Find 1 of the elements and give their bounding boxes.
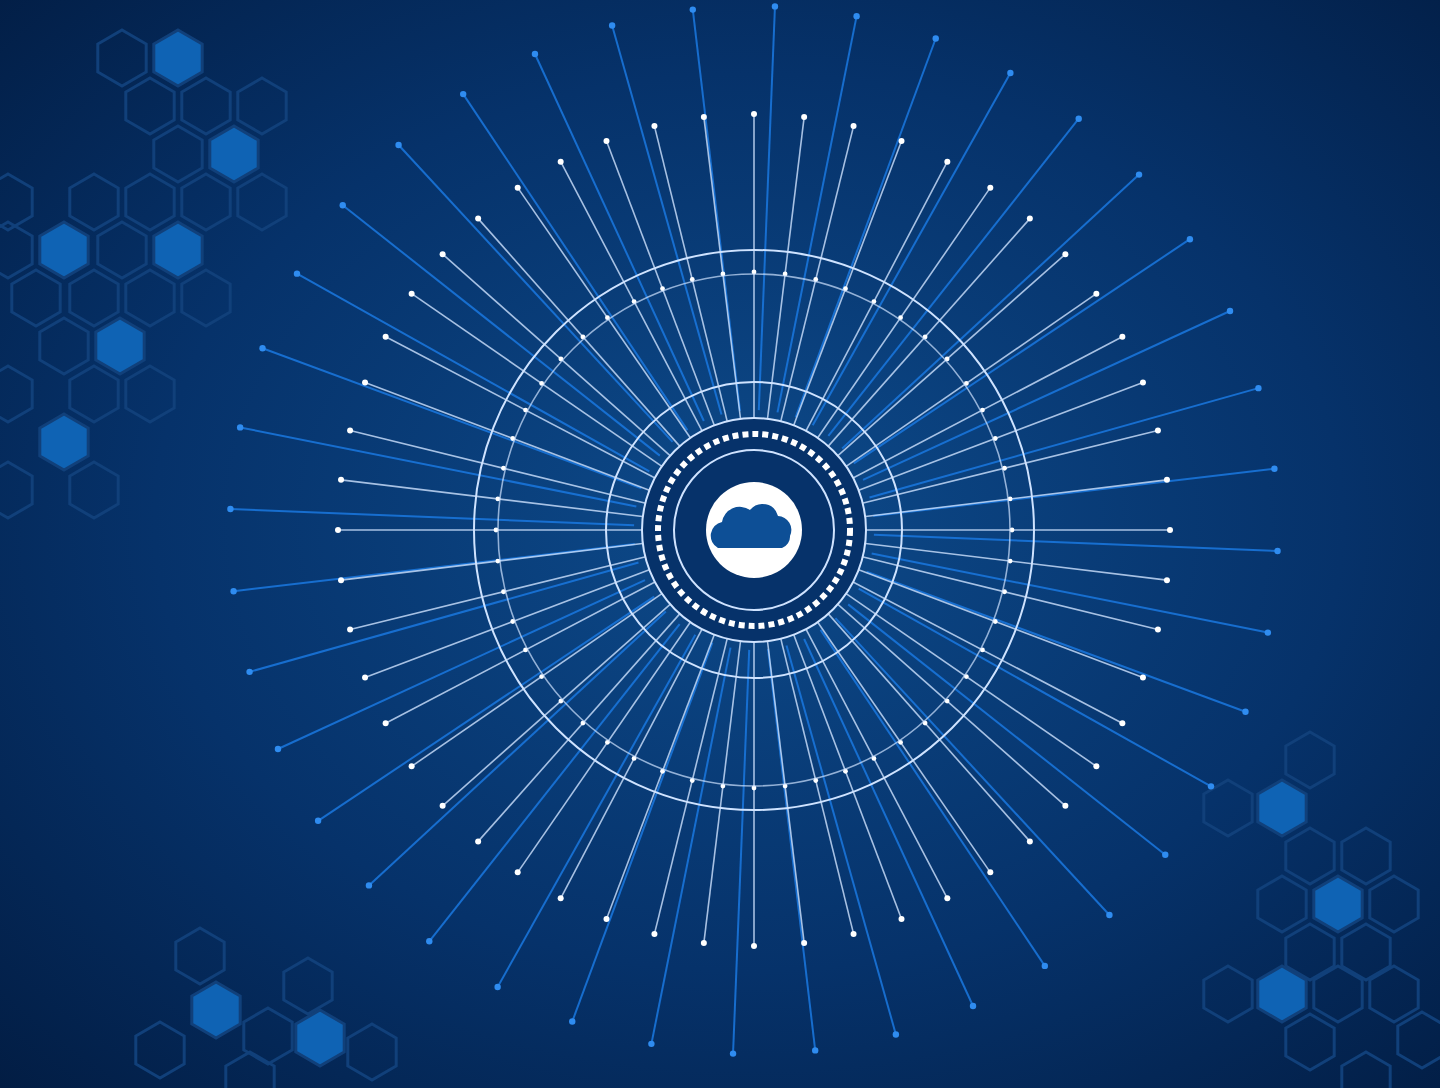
cloud-icon xyxy=(706,482,802,578)
